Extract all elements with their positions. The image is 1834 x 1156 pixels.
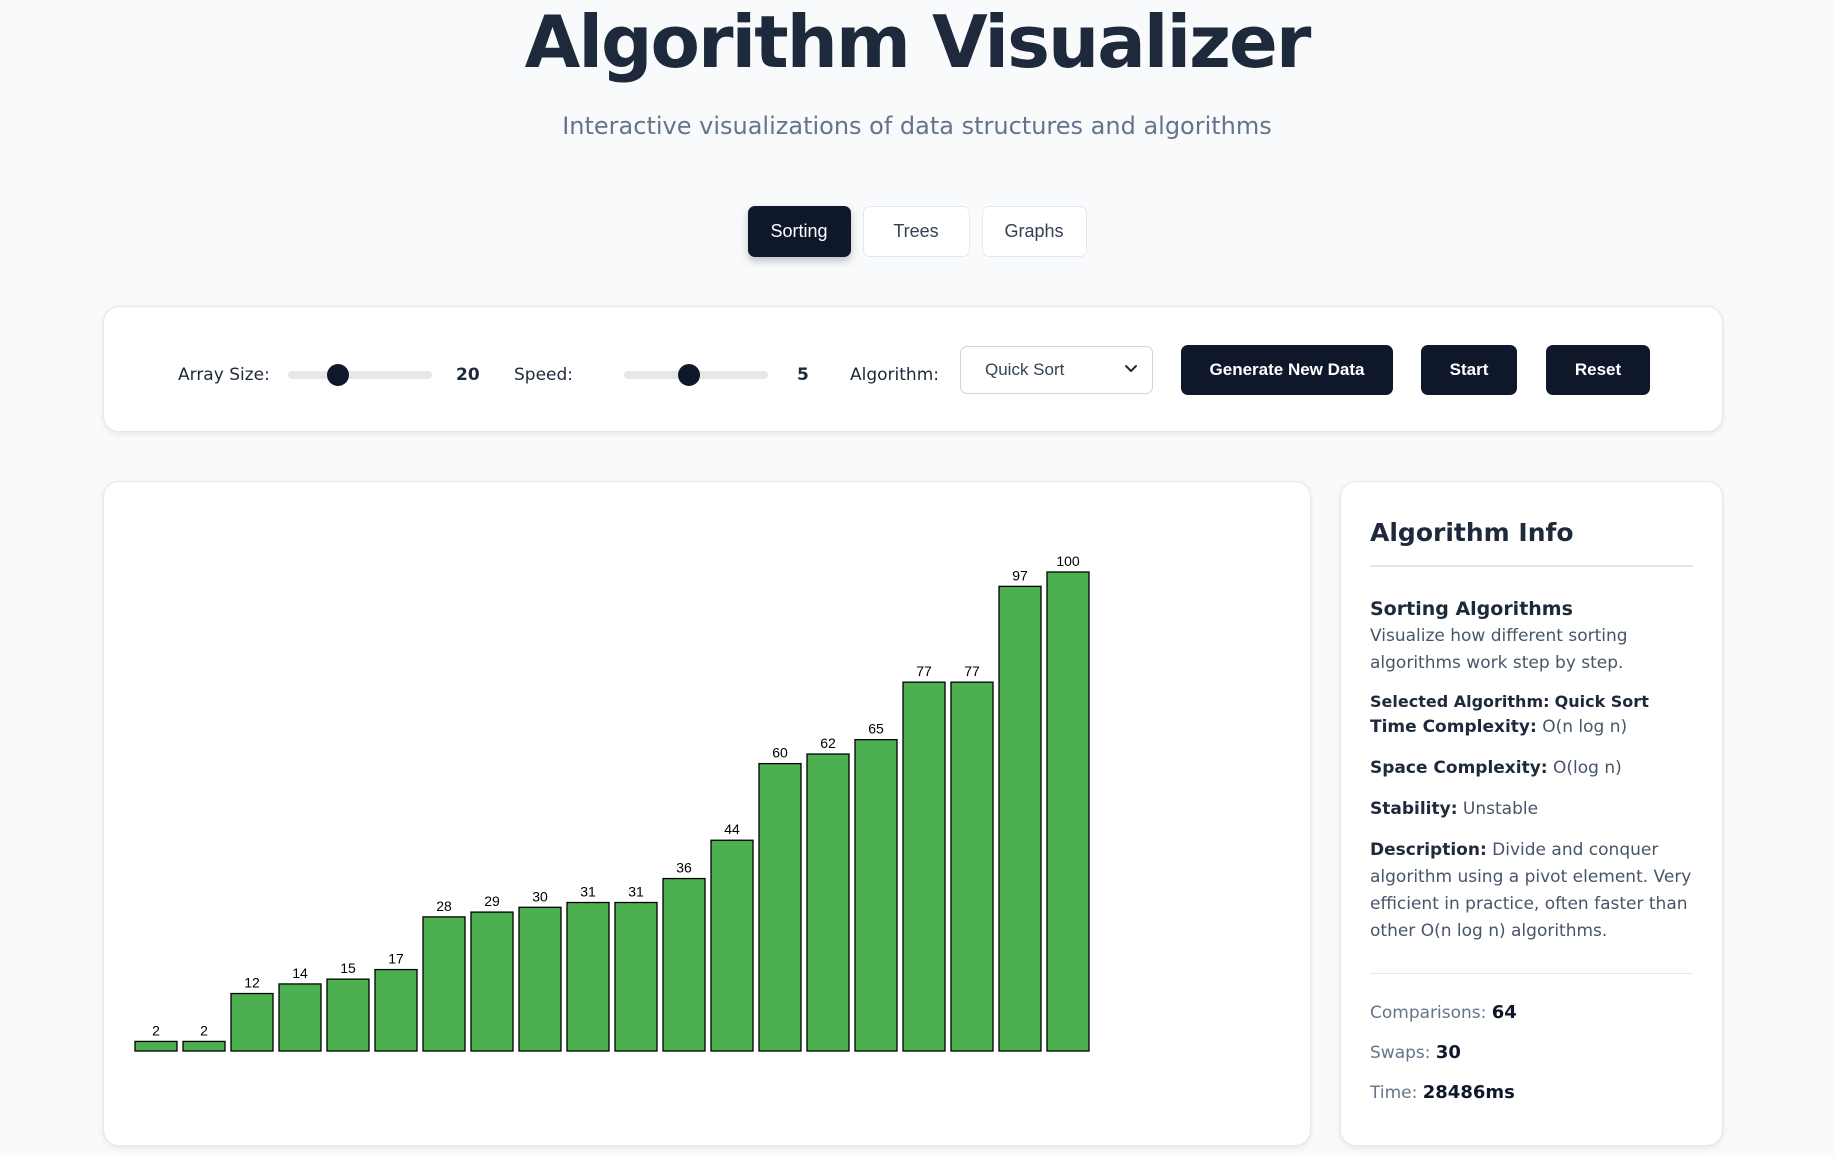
bar-7 <box>470 911 514 1052</box>
bar-label-17: 77 <box>964 663 980 679</box>
bar-17 <box>950 681 994 1052</box>
selected-algorithm-label: Selected Algorithm: <box>1370 692 1550 711</box>
bar-label-12: 44 <box>724 821 740 837</box>
visualization-panel: 2 2 12 14 15 17 28 29 30 31 31 36 44 60 62 65 77 77 97 100 <box>103 481 1311 1146</box>
bar-label-2: 12 <box>244 975 260 991</box>
bar-6 <box>422 916 466 1052</box>
time-stat: Time: 28486ms <box>1370 1081 1693 1105</box>
time-label: Time: <box>1370 1083 1418 1103</box>
info-title: Algorithm Info <box>1370 518 1574 547</box>
bar-2 <box>230 992 274 1052</box>
page-title: Algorithm Visualizer <box>524 0 1312 84</box>
array-size-slider-thumb[interactable] <box>327 364 350 386</box>
bar-chart: 2 2 12 14 15 17 28 29 30 31 31 36 44 60 62 65 77 77 97 100 <box>134 553 1090 1052</box>
bar-label-3: 14 <box>292 965 308 981</box>
swaps-stat: Swaps: 30 <box>1370 1041 1693 1065</box>
swaps-label: Swaps: <box>1370 1043 1431 1063</box>
bar-5 <box>374 968 418 1052</box>
generate-data-button[interactable]: Generate New Data <box>1181 345 1393 395</box>
bar-label-9: 31 <box>580 884 596 900</box>
bar-11 <box>662 877 706 1052</box>
controls-panel: Array Size: 20 Speed: 5 Algorithm: Quick… <box>103 306 1723 432</box>
stability-line: Stability: Unstable <box>1370 796 1693 823</box>
comparisons-label: Comparisons: <box>1370 1003 1487 1023</box>
selected-algorithm-value: Quick Sort <box>1554 692 1649 711</box>
speed-slider-thumb[interactable] <box>677 364 700 386</box>
bar-15 <box>854 738 898 1052</box>
bar-label-15: 65 <box>868 721 884 737</box>
bar-13 <box>758 762 802 1052</box>
time-complexity-line: Time Complexity: O(n log n) <box>1370 714 1693 741</box>
algorithm-info-panel: Algorithm Info Sorting Algorithms Visual… <box>1340 481 1723 1146</box>
swaps-value: 30 <box>1435 1042 1461 1063</box>
tab-bar: Sorting Trees Graphs <box>0 206 1834 257</box>
time-complexity-label: Time Complexity: <box>1370 717 1537 737</box>
speed-slider[interactable] <box>624 364 768 386</box>
bar-label-10: 31 <box>628 884 644 900</box>
description-line: Description: Divide and conquer algorith… <box>1370 837 1693 945</box>
tab-graphs[interactable]: Graphs <box>981 206 1087 257</box>
space-complexity-value: O(log n) <box>1553 758 1622 778</box>
bar-label-11: 36 <box>676 860 692 876</box>
page-subtitle: Interactive visualizations of data struc… <box>562 112 1272 140</box>
tab-trees[interactable]: Trees <box>862 206 970 257</box>
bar-label-6: 28 <box>436 898 452 914</box>
bar-label-4: 15 <box>340 960 356 976</box>
info-section-title: Sorting Algorithms <box>1370 598 1573 620</box>
bar-10 <box>614 901 658 1052</box>
bar-3 <box>278 983 322 1052</box>
bar-label-19: 100 <box>1056 553 1080 569</box>
tab-sorting[interactable]: Sorting <box>747 206 851 257</box>
bar-label-0: 2 <box>152 1022 160 1038</box>
bar-4 <box>326 978 370 1052</box>
bar-8 <box>518 906 562 1052</box>
bar-9 <box>566 901 610 1052</box>
selected-algorithm-line: Selected Algorithm: Quick Sort <box>1370 690 1693 714</box>
bar-label-7: 29 <box>484 893 500 909</box>
array-size-label: Array Size: <box>178 365 270 385</box>
info-section-text: Visualize how different sorting algorith… <box>1370 626 1628 673</box>
reset-button[interactable]: Reset <box>1546 345 1650 395</box>
time-complexity-value: O(n log n) <box>1542 717 1628 737</box>
bar-label-1: 2 <box>200 1022 208 1038</box>
speed-value: 5 <box>797 365 809 385</box>
bar-0 <box>134 1040 178 1052</box>
space-complexity-line: Space Complexity: O(log n) <box>1370 755 1693 782</box>
bar-12 <box>710 839 754 1052</box>
space-complexity-label: Space Complexity: <box>1370 758 1548 778</box>
description-label: Description: <box>1370 840 1487 860</box>
bar-19 <box>1046 571 1090 1052</box>
stability-label: Stability: <box>1370 799 1458 819</box>
bar-label-8: 30 <box>532 888 548 904</box>
speed-label: Speed: <box>514 365 574 385</box>
algorithm-label: Algorithm: <box>850 365 939 385</box>
bar-18 <box>998 585 1042 1052</box>
bar-label-5: 17 <box>388 951 404 967</box>
start-button[interactable]: Start <box>1421 345 1517 395</box>
bar-label-18: 97 <box>1012 567 1028 583</box>
algorithm-select-value: Quick Sort <box>985 360 1065 379</box>
algorithm-select[interactable]: Quick Sort <box>960 346 1153 394</box>
bar-16 <box>902 681 946 1052</box>
time-value: 28486ms <box>1422 1082 1515 1103</box>
array-size-slider[interactable] <box>288 364 432 386</box>
chevron-down-icon <box>1125 365 1137 372</box>
comparisons-stat: Comparisons: 64 <box>1370 1001 1693 1025</box>
stats-divider <box>1370 973 1693 974</box>
bar-1 <box>182 1040 226 1052</box>
bar-label-14: 62 <box>820 735 836 751</box>
comparisons-value: 64 <box>1491 1002 1517 1023</box>
stability-value: Unstable <box>1462 799 1539 819</box>
info-divider <box>1370 565 1693 567</box>
bar-14 <box>806 753 850 1052</box>
bar-label-16: 77 <box>916 663 932 679</box>
bar-label-13: 60 <box>772 745 788 761</box>
array-size-value: 20 <box>456 365 480 385</box>
